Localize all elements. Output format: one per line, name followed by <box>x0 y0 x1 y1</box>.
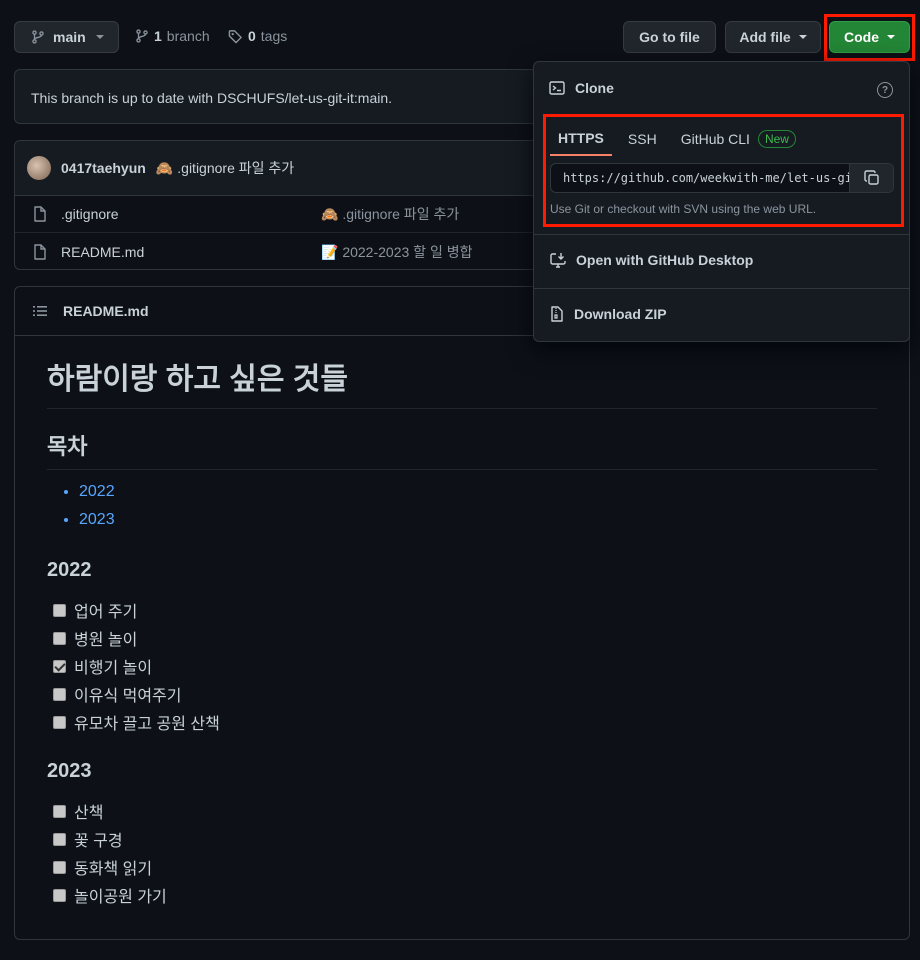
task-label: 유모차 끌고 공원 산책 <box>74 716 220 733</box>
tags-label: tags <box>260 28 288 44</box>
toc-link-text[interactable]: 2023 <box>79 511 115 528</box>
branches-count: 1 <box>154 28 162 44</box>
toc-link-2023[interactable]: 2023 <box>79 511 877 539</box>
open-desktop-item[interactable]: Open with GitHub Desktop <box>550 252 753 268</box>
git-branch-icon <box>31 29 45 45</box>
task-item: 비행기 놀이 <box>47 652 877 680</box>
task-checkbox[interactable] <box>53 888 66 902</box>
commit-message[interactable]: .gitignore 파일 추가 <box>177 158 294 178</box>
clone-options-highlight <box>543 114 904 227</box>
task-item: 이유식 먹여주기 <box>47 680 877 708</box>
task-label: 업어 주기 <box>74 604 138 621</box>
commit-emoji: 📝 <box>321 243 339 260</box>
divider <box>534 234 909 235</box>
file-name[interactable]: .gitignore <box>61 206 119 222</box>
git-branch-icon <box>135 28 149 44</box>
file-icon <box>33 243 47 260</box>
file-zip-icon <box>550 306 564 322</box>
desktop-download-icon <box>550 252 566 268</box>
add-file-label: Add file <box>739 29 791 45</box>
task-item: 동화책 읽기 <box>47 853 877 881</box>
terminal-icon <box>549 80 565 96</box>
readme-panel: README.md 하람이랑 하고 싶은 것들 목차 2022 2023 202… <box>14 286 910 940</box>
readme-title: 하람이랑 하고 싶은 것들 <box>47 354 877 409</box>
branches-label: branch <box>166 28 210 44</box>
avatar[interactable] <box>27 156 51 180</box>
divider <box>534 288 909 289</box>
toc-link-2022[interactable]: 2022 <box>79 483 877 511</box>
task-item: 놀이공원 가기 <box>47 881 877 909</box>
tags-link[interactable]: 0 tags <box>228 28 287 44</box>
task-checkbox[interactable] <box>53 631 66 645</box>
toc-list: 2022 2023 <box>47 483 877 539</box>
task-checkbox[interactable] <box>53 715 66 729</box>
tags-count: 0 <box>248 28 256 44</box>
open-desktop-label: Open with GitHub Desktop <box>576 252 754 268</box>
task-checkbox[interactable] <box>53 860 66 874</box>
go-to-file-label: Go to file <box>639 29 700 45</box>
task-label: 비행기 놀이 <box>74 660 153 677</box>
task-label: 이유식 먹여주기 <box>74 688 182 705</box>
clone-header: Clone <box>549 80 614 96</box>
download-zip-label: Download ZIP <box>574 306 667 322</box>
file-commit-message[interactable]: 📝 2022-2023 할 일 병합 <box>321 242 472 262</box>
file-commit-text: .gitignore 파일 추가 <box>342 206 460 222</box>
section-heading-2022: 2022 <box>47 559 92 581</box>
task-checkbox[interactable] <box>53 687 66 701</box>
branch-name: main <box>53 29 86 45</box>
question-icon[interactable]: ? <box>877 82 893 98</box>
task-list-2023: 산책 꽃 구경 동화책 읽기 놀이공원 가기 <box>47 797 877 909</box>
branch-status-text: This branch is up to date with DSCHUFS/l… <box>31 90 393 106</box>
section-heading-2023: 2023 <box>47 760 92 782</box>
task-checkbox[interactable] <box>53 603 66 617</box>
task-label: 놀이공원 가기 <box>74 889 167 906</box>
commit-emoji: 🙈 <box>321 206 339 222</box>
readme-filename: README.md <box>63 303 149 319</box>
file-commit-text: 2022-2023 할 일 병합 <box>342 243 473 260</box>
tag-icon <box>228 29 243 44</box>
task-item: 병원 놀이 <box>47 624 877 652</box>
task-label: 산책 <box>74 805 104 822</box>
task-checkbox[interactable] <box>53 832 66 846</box>
task-list-2022: 업어 주기 병원 놀이 비행기 놀이 이유식 먹여주기 유모차 끌고 공원 산책 <box>47 596 877 736</box>
download-zip-item[interactable]: Download ZIP <box>550 306 667 322</box>
chevron-down-icon <box>798 35 807 39</box>
clone-title: Clone <box>575 80 614 96</box>
task-label: 꽃 구경 <box>74 833 123 850</box>
task-checkbox[interactable] <box>53 659 66 673</box>
branches-link[interactable]: 1 branch <box>135 28 210 44</box>
commit-author[interactable]: 0417taehyun <box>61 160 146 176</box>
chevron-down-icon <box>95 35 104 39</box>
task-checkbox[interactable] <box>53 804 66 818</box>
task-item: 유모차 끌고 공원 산책 <box>47 708 877 736</box>
task-item: 꽃 구경 <box>47 825 877 853</box>
code-button-highlight <box>824 14 915 61</box>
file-name[interactable]: README.md <box>61 244 144 260</box>
toc-link-text[interactable]: 2022 <box>79 483 115 500</box>
list-icon[interactable] <box>33 305 47 317</box>
add-file-button[interactable]: Add file <box>725 21 821 53</box>
branch-select-button[interactable]: main <box>14 21 119 53</box>
task-label: 병원 놀이 <box>74 632 138 649</box>
task-item: 산책 <box>47 797 877 825</box>
go-to-file-button[interactable]: Go to file <box>623 21 716 53</box>
task-label: 동화책 읽기 <box>74 861 153 878</box>
commit-emoji: 🙈 <box>155 159 174 176</box>
file-icon <box>33 206 47 222</box>
file-commit-message[interactable]: 🙈 .gitignore 파일 추가 <box>321 204 459 224</box>
task-item: 업어 주기 <box>47 596 877 624</box>
toc-heading: 목차 <box>47 429 877 470</box>
